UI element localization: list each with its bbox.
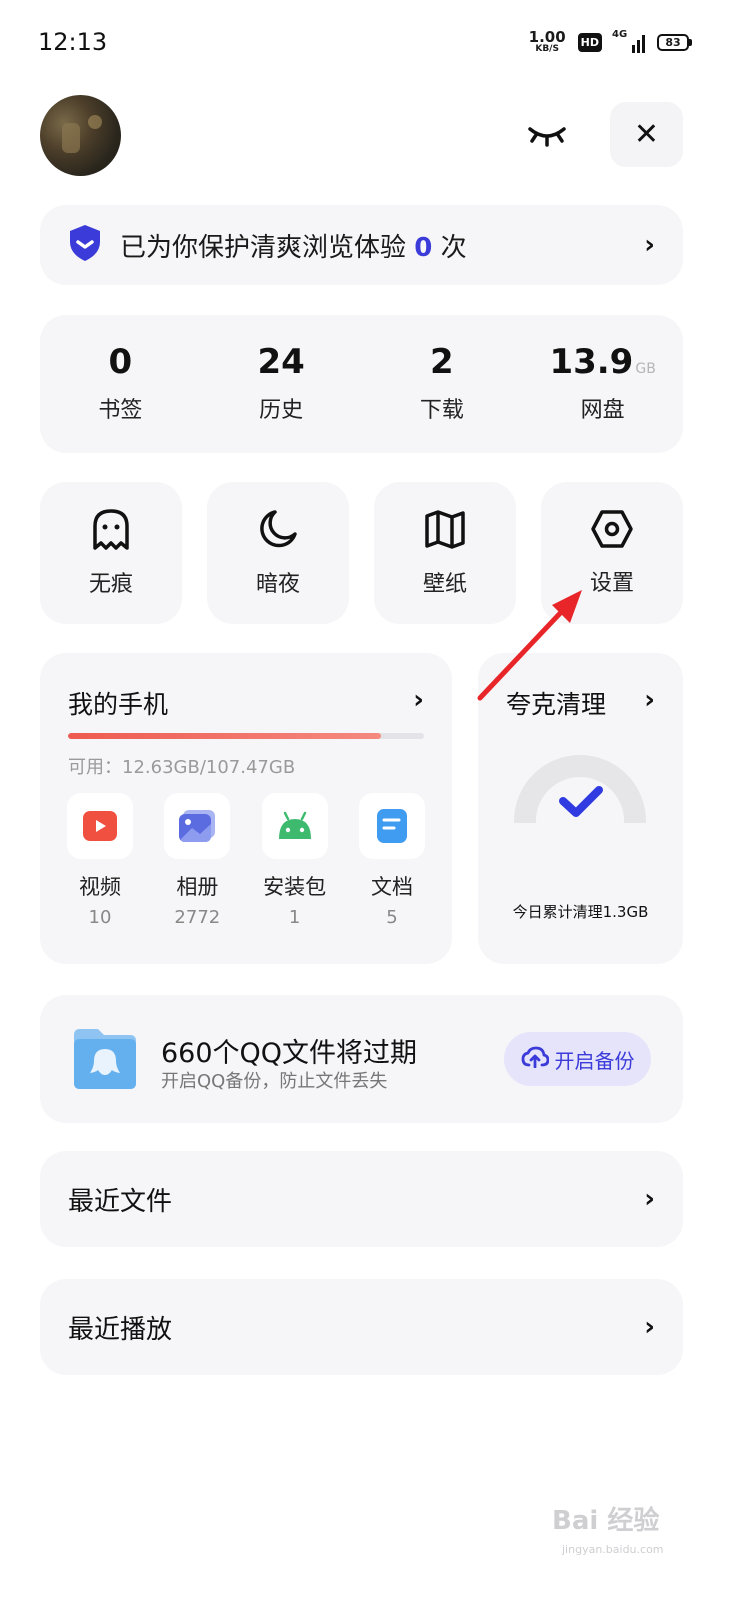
closed-eye-icon[interactable] [522, 110, 572, 160]
recent-files-label: 最近文件 [68, 1186, 173, 1217]
tool-night-mode[interactable]: 暗夜 [207, 482, 349, 624]
chevron-right-icon: › [644, 230, 655, 260]
video-icon [67, 793, 133, 859]
stat-history[interactable]: 24 历史 [201, 315, 362, 453]
storage-text: 可用：12.63GB/107.47GB [68, 757, 296, 778]
avatar[interactable] [40, 95, 121, 176]
enable-backup-label: 开启备份 [554, 1048, 635, 1073]
file-type-list: 视频 10 相册 2772 安装包 1 文档 5 [60, 793, 432, 928]
signal-icon: 4G [612, 29, 645, 53]
file-type-documents[interactable]: 文档 5 [352, 793, 432, 928]
close-button[interactable]: ✕ [610, 102, 683, 167]
stats-card: 0 书签 24 历史 2 下载 13.9 GB 网盘 [40, 315, 683, 453]
net-speed-unit: KB/S [535, 44, 559, 54]
document-icon [358, 793, 425, 859]
baidu-watermark: Bai 经验 jingyan.baidu.com [552, 1500, 702, 1556]
recent-files-row[interactable]: 最近文件 › [40, 1151, 683, 1247]
signal-type: 4G [612, 29, 628, 40]
recent-play-row[interactable]: 最近播放 › [40, 1279, 683, 1375]
my-phone-card[interactable]: 我的手机 › 可用：12.63GB/107.47GB 视频 10 相册 2772… [40, 653, 452, 964]
tool-label: 无痕 [88, 572, 133, 597]
status-indicators: 1.00 KB/S HD 4G 83 [529, 29, 692, 54]
tool-label: 壁纸 [422, 572, 467, 597]
file-type-video[interactable]: 视频 10 [60, 793, 140, 928]
protection-banner[interactable]: 已为你保护清爽浏览体验 0 次 › [40, 205, 683, 285]
protection-count: 0 [414, 232, 433, 263]
network-speed: 1.00 KB/S [529, 30, 566, 54]
shield-icon [68, 224, 102, 266]
watermark-brand: Bai 经验 [552, 1506, 660, 1536]
storage-bar [68, 733, 424, 739]
hexagon-settings-icon [591, 509, 633, 553]
storage-bar-fill [68, 733, 382, 739]
tool-incognito[interactable]: 无痕 [40, 482, 182, 624]
battery-icon: 83 [657, 33, 692, 51]
cleaner-gauge [514, 755, 646, 823]
moon-icon [257, 508, 299, 554]
stat-cloud-drive[interactable]: 13.9 GB 网盘 [522, 315, 683, 453]
tool-label: 暗夜 [255, 572, 300, 597]
close-icon: ✕ [633, 117, 660, 152]
android-icon [261, 793, 328, 859]
qq-folder-icon [72, 1025, 138, 1095]
status-bar: 12:13 1.00 KB/S HD 4G 83 [0, 0, 738, 90]
hd-icon: HD [577, 32, 602, 52]
stat-bookmarks[interactable]: 0 书签 [40, 315, 201, 453]
cloud-upload-icon [521, 1046, 549, 1073]
qq-backup-card[interactable]: 660个QQ文件将过期 开启QQ备份，防止文件丢失 开启备份 [40, 995, 683, 1123]
file-type-photos[interactable]: 相册 2772 [157, 793, 237, 928]
chevron-right-icon: › [413, 685, 424, 715]
file-type-apk[interactable]: 安装包 1 [255, 793, 335, 928]
stat-downloads[interactable]: 2 下载 [362, 315, 523, 453]
check-icon [559, 786, 603, 817]
ghost-icon [91, 508, 131, 554]
net-speed-value: 1.00 [528, 28, 566, 46]
tool-label: 设置 [589, 571, 634, 596]
battery-level: 83 [657, 33, 689, 51]
qq-backup-title: 660个QQ文件将过期 [161, 1038, 418, 1069]
chevron-right-icon: › [644, 685, 655, 715]
recent-play-label: 最近播放 [68, 1314, 173, 1345]
cleaner-summary: 今日累计清理1.3GB [512, 903, 649, 921]
annotation-arrow-icon [477, 590, 582, 701]
protection-text: 已为你保护清爽浏览体验 0 次 [120, 232, 467, 263]
status-time: 12:13 [38, 28, 108, 56]
photo-icon [164, 793, 231, 859]
chevron-right-icon: › [644, 1184, 655, 1214]
watermark-url: jingyan.baidu.com [562, 1543, 664, 1556]
chevron-right-icon: › [644, 1312, 655, 1342]
my-phone-title: 我的手机 [68, 690, 169, 719]
qq-backup-subtitle: 开启QQ备份，防止文件丢失 [161, 1071, 388, 1092]
book-icon [424, 508, 466, 554]
enable-backup-button[interactable]: 开启备份 [504, 1032, 651, 1086]
